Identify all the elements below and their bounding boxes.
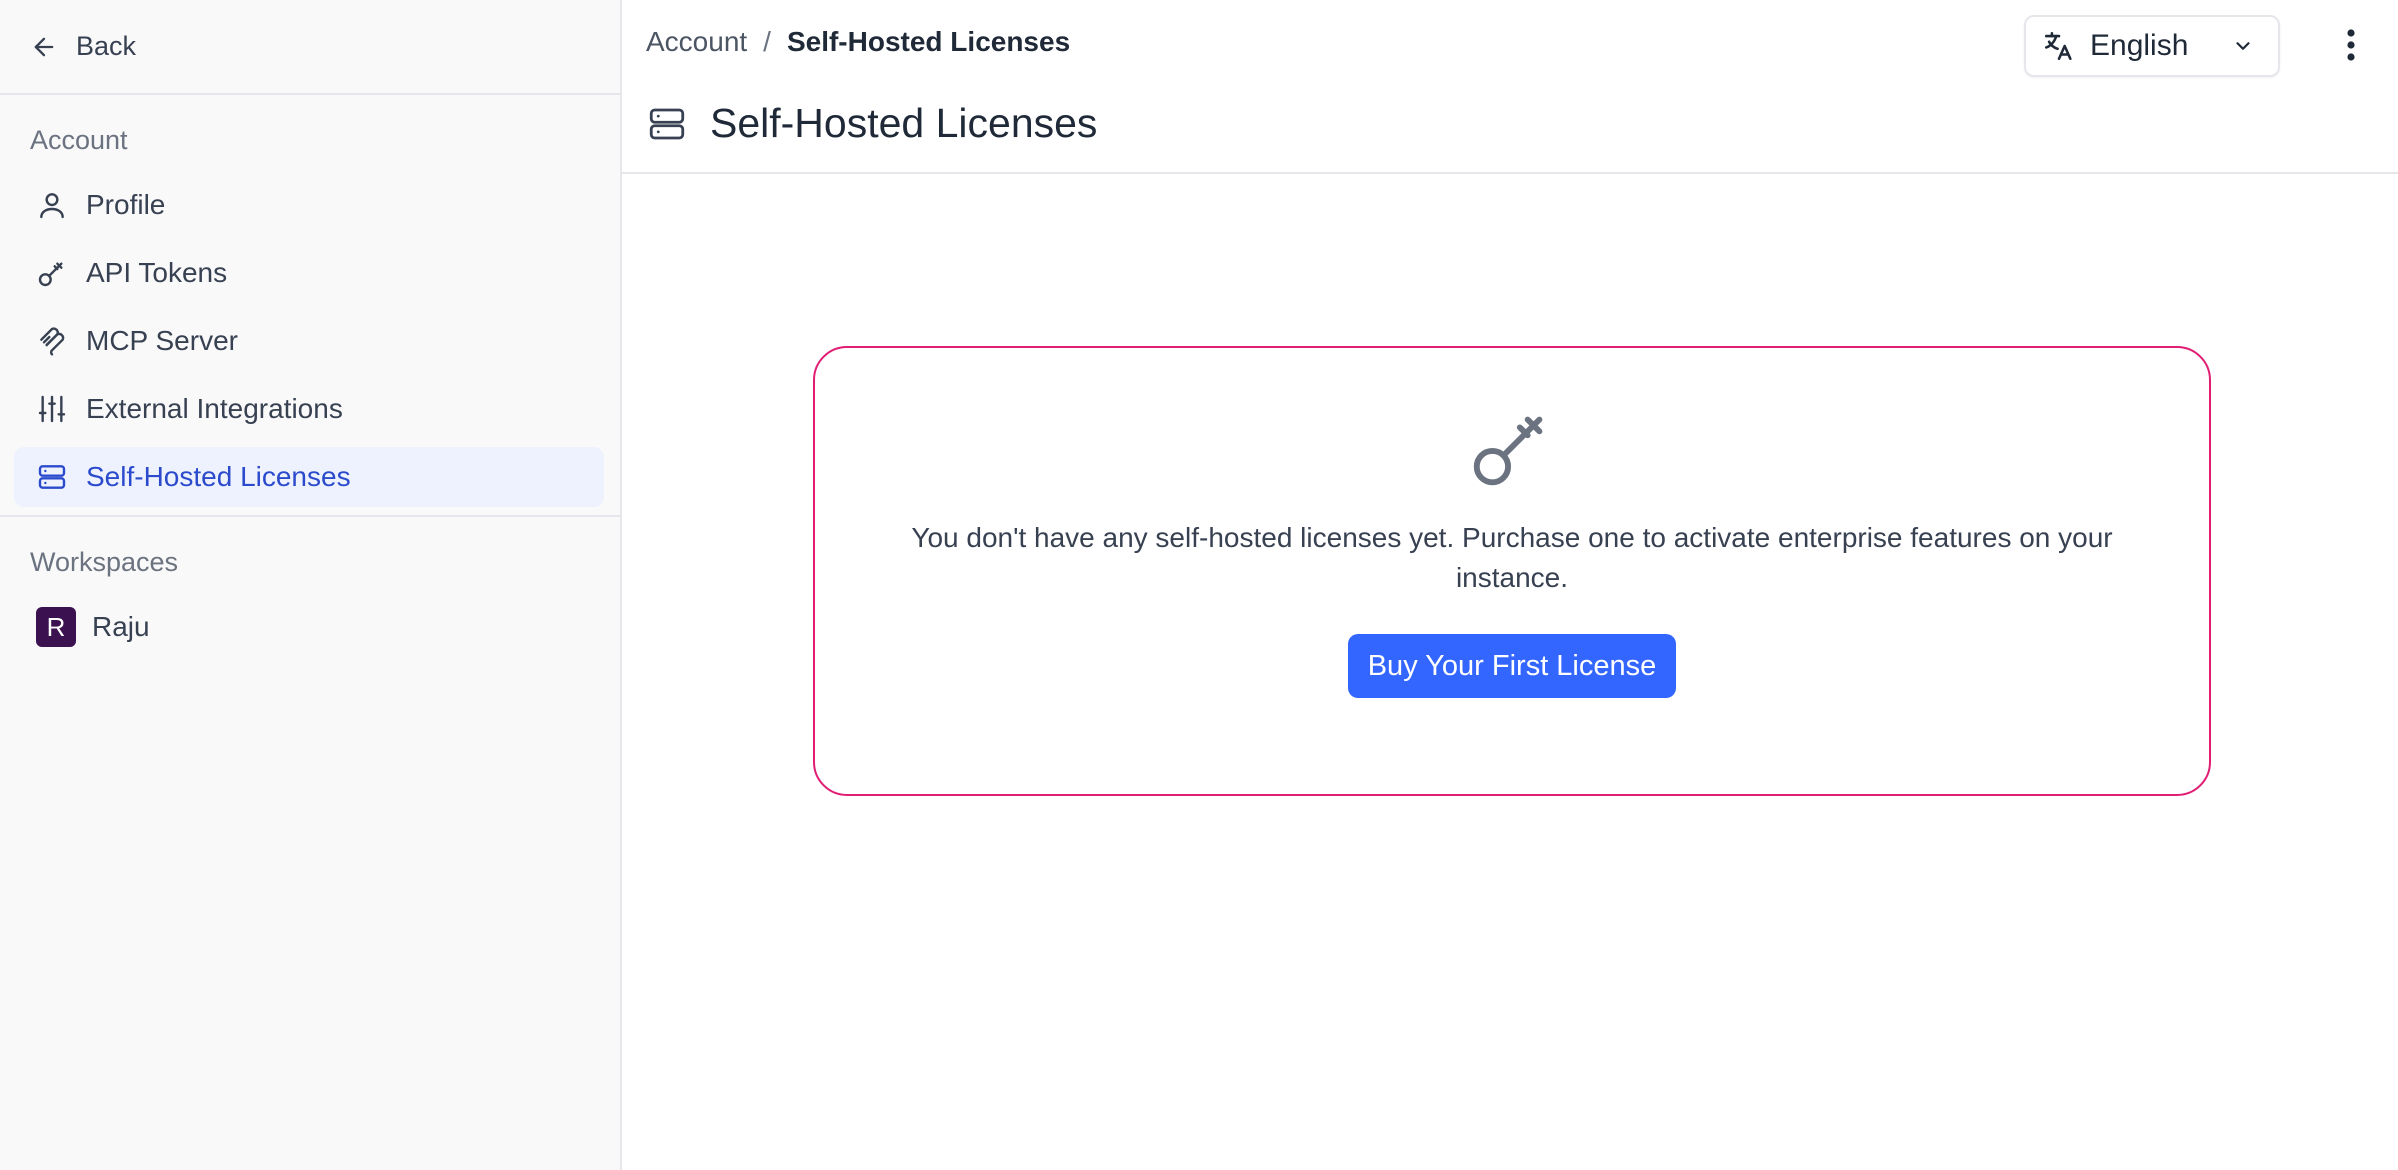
breadcrumb: Account / Self-Hosted Licenses [646,26,1070,58]
breadcrumb-account-link[interactable]: Account [646,26,747,58]
more-options-button[interactable] [2336,22,2366,68]
arrow-left-icon [34,37,54,56]
key-icon [1473,416,1543,486]
sidebar-item-mcp-server[interactable]: MCP Server [14,311,604,371]
mcp-icon [40,327,65,356]
account-section-title: Account [30,125,128,155]
key-icon [38,262,63,287]
sidebar-item-label: Profile [86,189,166,220]
main-content: Account / Self-Hosted Licenses Self-Host… [622,0,2398,1170]
workspaces-section-title: Workspaces [30,547,179,577]
language-value: English [2090,29,2189,62]
breadcrumb-current: Self-Hosted Licenses [786,26,1071,57]
empty-state-card: You don't have any self-hosted licenses … [813,346,2211,796]
translate-icon [2044,31,2072,61]
sliders-icon [38,395,66,423]
vertical-dots-icon [2347,29,2355,61]
workspace-avatar: R [36,607,76,647]
sidebar-item-label: External Integrations [86,393,343,424]
server-icon [649,108,685,139]
chevron-down-icon [2236,42,2250,50]
sidebar-item-api-tokens[interactable]: API Tokens [14,243,604,303]
sidebar-item-label: Self-Hosted Licenses [86,461,351,492]
sidebar: Back Account Profile API Tokens MCP Serv… [0,0,622,1170]
sidebar-item-external-integrations[interactable]: External Integrations [14,379,604,439]
sidebar-item-self-hosted-licenses[interactable]: Self-Hosted Licenses [14,447,604,507]
sidebar-item-label: API Tokens [86,257,228,288]
empty-state-message: You don't have any self-hosted licenses … [911,522,2113,593]
page-header: Account / Self-Hosted Licenses Self-Host… [622,0,2398,174]
page-title: Self-Hosted Licenses [646,100,1097,147]
app-root: Back Account Profile API Tokens MCP Serv… [0,0,2398,1170]
page-title-text: Self-Hosted Licenses [710,100,1098,146]
back-label: Back [76,31,137,61]
back-button[interactable]: Back [0,0,620,95]
language-select[interactable]: English [2024,15,2280,77]
workspace-item-raju[interactable]: R Raju [14,597,604,657]
buy-first-license-button[interactable]: Buy Your First License [1348,634,1676,698]
user-icon [40,193,64,219]
server-icon [38,465,66,489]
workspace-name: Raju [92,611,150,642]
breadcrumb-separator: / [763,26,771,57]
sidebar-item-label: MCP Server [86,325,238,356]
sidebar-item-profile[interactable]: Profile [14,175,604,235]
